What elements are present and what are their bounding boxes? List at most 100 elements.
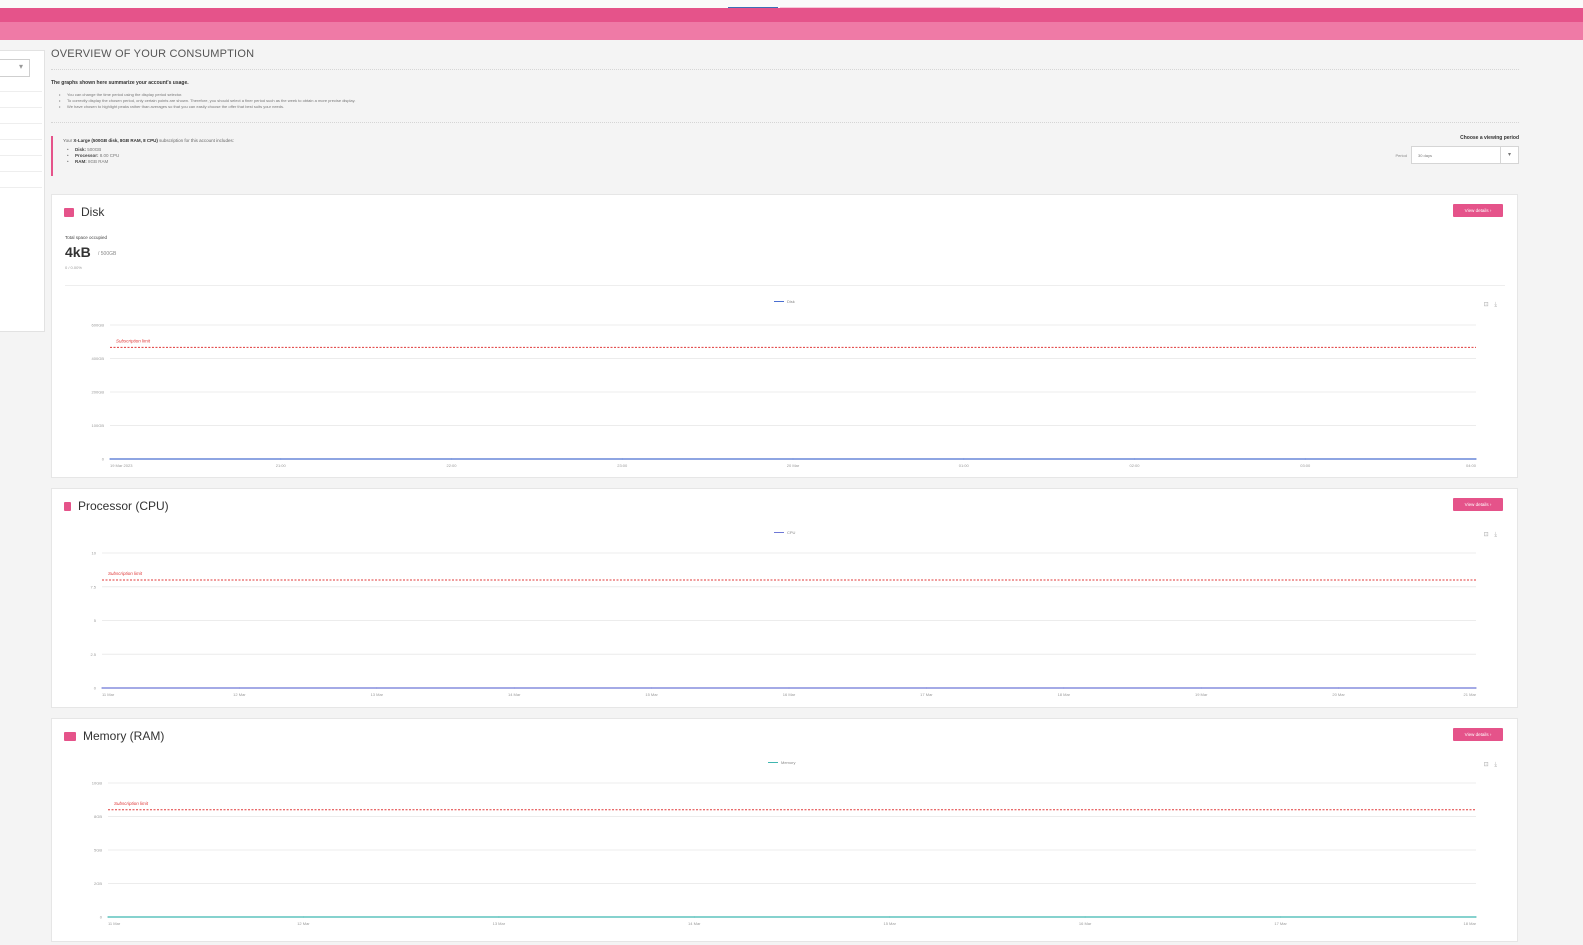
- y-tick-label: 8GB: [94, 814, 102, 819]
- x-tick-label: 15 Mar: [645, 692, 658, 697]
- x-tick-label: 18 Mar: [1464, 921, 1477, 926]
- data-point: [889, 916, 891, 918]
- data-point: [1475, 458, 1477, 460]
- chevron-down-icon: ▾: [18, 62, 23, 71]
- chevron-down-icon[interactable]: ▾: [1500, 147, 1518, 163]
- data-point: [450, 458, 453, 460]
- sidebar-item[interactable]: [0, 107, 42, 108]
- data-point: [1084, 916, 1086, 918]
- x-tick-label: 21:00: [276, 463, 287, 468]
- subscription-limit-label: Subscription limit: [114, 801, 149, 806]
- top-banner: [0, 0, 1583, 42]
- data-point: [107, 916, 109, 918]
- data-point: [238, 687, 240, 689]
- x-tick-label: 18 Mar: [1058, 692, 1071, 697]
- data-point: [498, 916, 500, 918]
- subscription-limit-label: Subscription limit: [116, 338, 151, 343]
- sidebar: ▾: [0, 50, 45, 332]
- sidebar-item[interactable]: [0, 91, 42, 92]
- data-point: [693, 916, 695, 918]
- x-tick-label: 16 Mar: [1079, 921, 1092, 926]
- sidebar-item[interactable]: [0, 155, 42, 156]
- data-point: [109, 458, 111, 460]
- x-tick-label: 11 Mar: [108, 921, 121, 926]
- x-tick-label: 23:00: [617, 463, 628, 468]
- period-chooser: Choose a viewing period Period 30 days ▾: [1379, 135, 1519, 164]
- x-tick-label: 11 Mar: [102, 692, 115, 697]
- y-tick-label: 10: [92, 551, 97, 556]
- divider: [51, 122, 1519, 123]
- data-point: [302, 916, 305, 918]
- intro-list: You can change the time period using the…: [59, 92, 1519, 110]
- data-point: [1338, 687, 1340, 689]
- y-tick-label: 0: [94, 686, 97, 691]
- data-point: [513, 687, 515, 689]
- x-tick-label: 03:00: [1300, 463, 1311, 468]
- data-point: [788, 687, 790, 689]
- x-tick-label: 19 Mar 2023: [110, 463, 133, 468]
- page-title: OVERVIEW OF YOUR CONSUMPTION: [51, 48, 1519, 70]
- sidebar-item[interactable]: [0, 171, 42, 172]
- x-tick-label: 17 Mar: [920, 692, 933, 697]
- data-point: [1063, 687, 1065, 689]
- data-point: [1304, 458, 1306, 460]
- data-point: [651, 687, 653, 689]
- x-tick-label: 22:00: [446, 463, 457, 468]
- cpu-chart: 0 2.5 5 7.5 10 11 Mar 12 Mar 13 Mar 14 Mar 15 Mar…: [90, 551, 1477, 698]
- data-point: [1475, 687, 1477, 689]
- x-tick-label: 12 Mar: [297, 921, 310, 926]
- data-point: [925, 687, 928, 689]
- data-point: [1475, 916, 1477, 918]
- ram-chart: 0 2GB 5GB 8GB 10GB 11 Mar 12 Mar 13 Mar 14 Mar 15…: [92, 781, 1477, 927]
- subscription-headline: Your X-Large (500GB disk, 8GB RAM, 8 CPU…: [63, 136, 1519, 143]
- y-tick-label: 0: [102, 457, 105, 462]
- y-tick-label: 200GB: [92, 390, 105, 395]
- x-tick-label: 20 Mar: [787, 463, 800, 468]
- y-tick-label: 400GB: [92, 356, 105, 361]
- y-tick-label: 600GB: [92, 323, 105, 328]
- period-selected-value: 30 days: [1418, 153, 1433, 158]
- data-point: [963, 458, 965, 460]
- data-point: [101, 687, 103, 689]
- y-tick-label: 7.5: [90, 584, 96, 589]
- x-tick-label: 13 Mar: [371, 692, 384, 697]
- data-point: [1200, 687, 1202, 689]
- x-tick-label: 17 Mar: [1274, 921, 1287, 926]
- period-label: Period: [1395, 152, 1407, 158]
- x-tick-label: 02:00: [1129, 463, 1140, 468]
- y-tick-label: 0: [100, 915, 103, 920]
- x-tick-label: 21 Mar: [1464, 692, 1477, 697]
- x-tick-label: 14 Mar: [688, 921, 701, 926]
- x-tick-label: 19 Mar: [1195, 692, 1208, 697]
- y-tick-label: 5GB: [94, 848, 102, 853]
- subscription-plan: X-Large (500GB disk, 8GB RAM, 8 CPU): [73, 138, 158, 143]
- data-point: [1133, 458, 1136, 460]
- x-tick-label: 13 Mar: [493, 921, 506, 926]
- sidebar-item[interactable]: [0, 187, 42, 188]
- sidebar-item[interactable]: [0, 123, 42, 124]
- x-tick-label: 15 Mar: [883, 921, 896, 926]
- y-tick-label: 2GB: [94, 881, 102, 886]
- data-point: [1279, 916, 1282, 918]
- disk-panel: Disk View details › Total space occupied…: [51, 194, 1518, 478]
- x-tick-label: 16 Mar: [783, 692, 796, 697]
- data-point: [792, 458, 794, 460]
- header-band-dark: [0, 8, 1583, 22]
- data-point: [621, 458, 623, 460]
- disk-chart: 0 100GB 200GB 400GB 600GB 19 Mar 2023 21:00 22:…: [92, 323, 1477, 469]
- y-tick-label: 5: [94, 618, 97, 623]
- sidebar-item[interactable]: [0, 139, 42, 140]
- x-tick-label: 20 Mar: [1332, 692, 1345, 697]
- subscription-prefix: Your: [63, 138, 73, 143]
- subscription-items: Disk: 500GB Processor: 8.00 CPU RAM: 8GB…: [67, 147, 1519, 165]
- cpu-panel: Processor (CPU) View details › CPU ⊡ ⤓ 0…: [51, 488, 1518, 708]
- x-tick-label: 14 Mar: [508, 692, 521, 697]
- main-content: OVERVIEW OF YOUR CONSUMPTION The graphs …: [51, 48, 1519, 176]
- y-tick-label: 10GB: [92, 781, 103, 786]
- period-select[interactable]: 30 days ▾: [1411, 146, 1519, 164]
- y-tick-label: 100GB: [92, 423, 105, 428]
- account-selector[interactable]: ▾: [0, 59, 30, 77]
- intro-bullet: We have chosen to highlight peaks rather…: [59, 104, 1519, 110]
- ram-panel: Memory (RAM) View details › Memory ⊡ ⤓ 0…: [51, 718, 1518, 942]
- y-tick-label: 2.5: [90, 652, 96, 657]
